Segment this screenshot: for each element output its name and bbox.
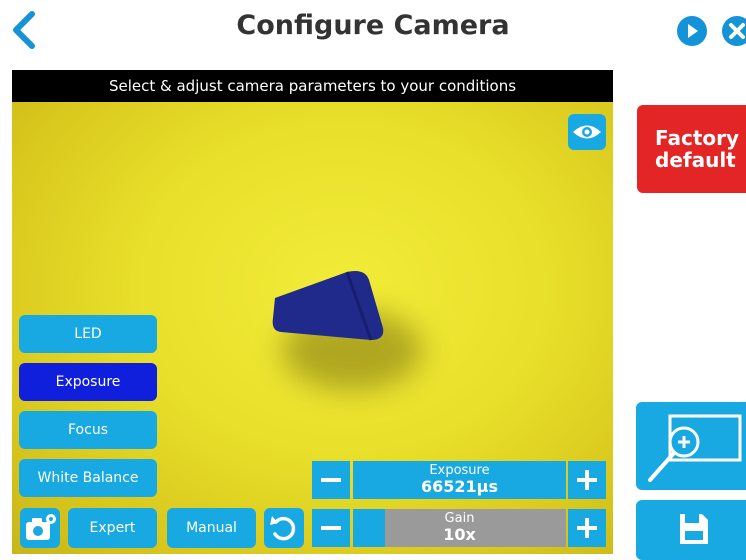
gain-label: Gain [444,511,475,526]
gain-increase-button[interactable] [568,509,606,547]
exposure-value: 66521µs [421,477,498,496]
led-button[interactable]: LED [19,315,157,353]
reset-icon [270,516,296,541]
zoom-button[interactable] [636,402,746,490]
close-button[interactable] [722,16,746,46]
focus-button[interactable]: Focus [19,411,157,449]
gain-slider[interactable]: Gain 10x [353,509,566,547]
exposure-decrease-button[interactable] [312,461,350,499]
minus-icon [321,478,341,482]
toggle-view-button[interactable] [568,114,606,150]
page-title: Configure Camera [236,10,510,41]
reset-button[interactable] [264,508,304,548]
exposure-button[interactable]: Exposure [19,363,157,401]
gain-value: 10x [443,525,476,544]
plus-icon [577,470,597,490]
plus-icon [577,518,597,538]
instruction-banner: Select & adjust camera parameters to you… [12,70,613,102]
factory-default-label: Factory default [655,126,740,172]
exposure-increase-button[interactable] [568,461,606,499]
camera-settings-icon [26,514,56,540]
exposure-label: Exposure [429,463,490,478]
play-icon [688,24,698,38]
close-icon [729,23,745,39]
factory-default-button[interactable]: Factory default [637,105,746,193]
zoom-icon [648,414,742,482]
eye-icon [573,125,601,139]
play-button[interactable] [677,16,707,46]
camera-view[interactable]: Select & adjust camera parameters to you… [12,70,613,554]
expert-button[interactable]: Expert [68,508,157,548]
gain-decrease-button[interactable] [312,509,350,547]
minus-icon [321,526,341,530]
save-button[interactable] [636,500,746,560]
camera-settings-button[interactable] [20,508,60,548]
save-icon [680,514,708,544]
manual-button[interactable]: Manual [167,508,256,548]
exposure-slider[interactable]: Exposure 66521µs [353,461,566,499]
white-balance-button[interactable]: White Balance [19,459,157,497]
detected-object [272,271,384,341]
